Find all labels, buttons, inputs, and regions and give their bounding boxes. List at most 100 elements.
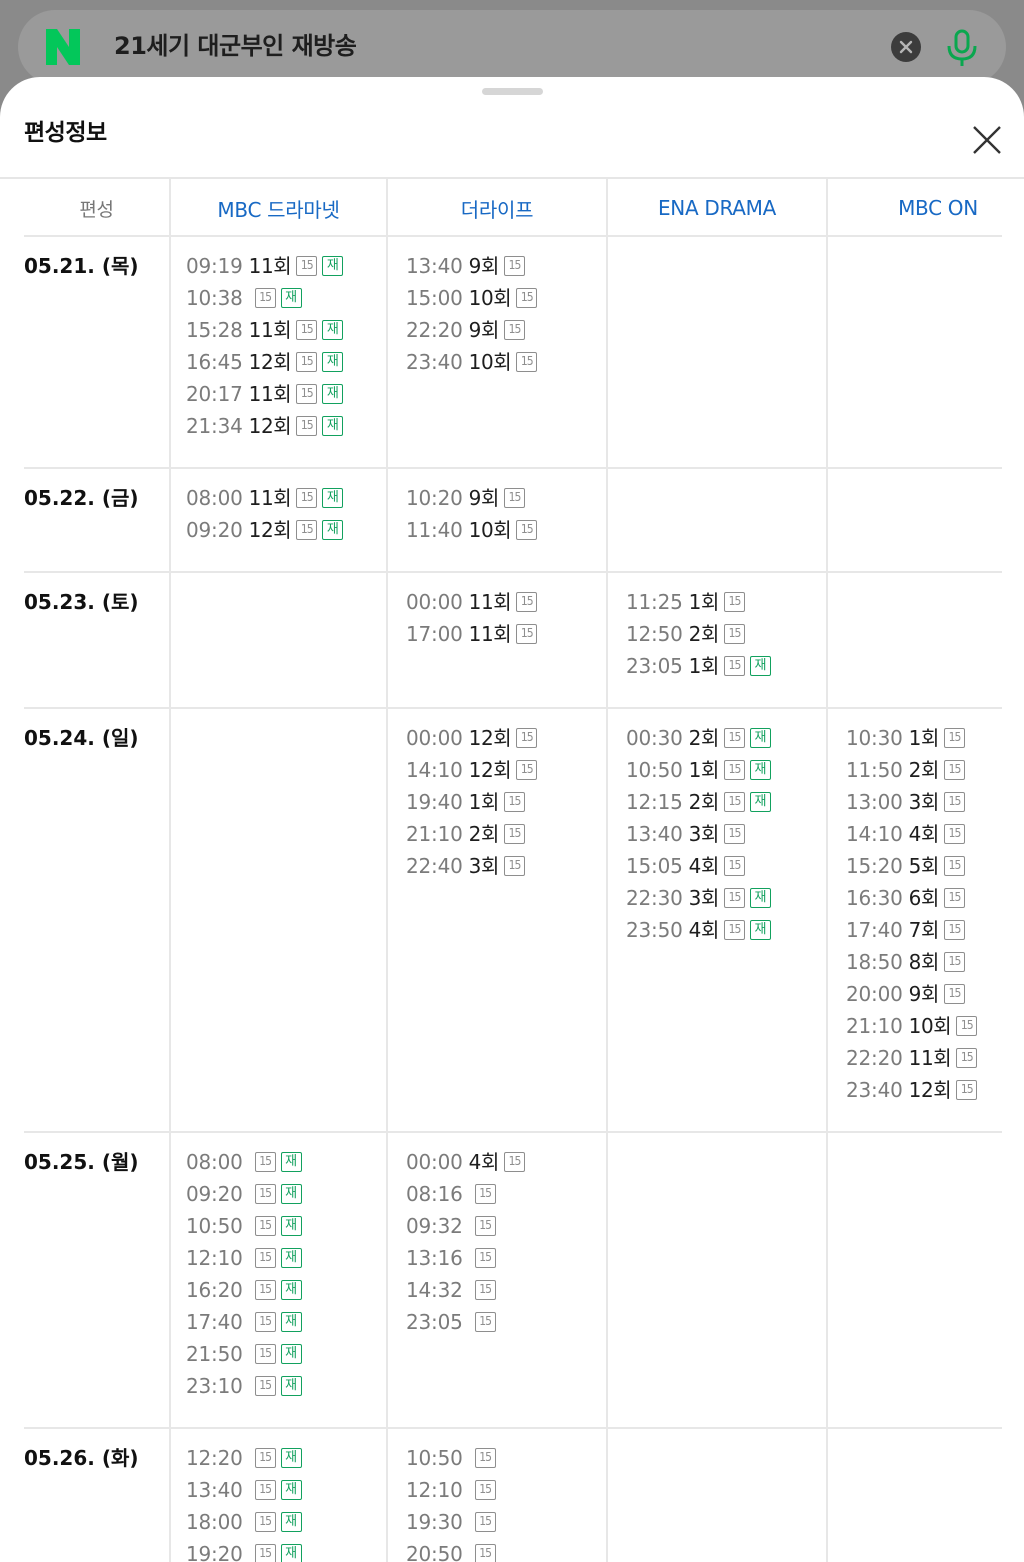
schedule-entry[interactable]: 18:00 15 재 [186,1509,302,1541]
schedule-entry[interactable]: 00:00 12회 15 [406,725,538,757]
episode-number: 4회 [688,854,720,878]
schedule-entry[interactable]: 21:10 2회 15 [406,821,537,853]
age-rating-badge: 15 [254,288,276,308]
schedule-entry[interactable]: 10:20 9회 15 [406,485,537,517]
search-bar[interactable]: 21세기 대군부인 재방송 [18,10,1006,84]
schedule-entry[interactable]: 15:20 5회 15 [846,853,977,885]
channel-header[interactable]: MBC 드라마넷 [171,179,386,237]
air-time: 11:40 [406,518,463,542]
episode-number: 12회 [908,1078,952,1102]
schedule-entry[interactable]: 22:20 11회 15 [846,1045,978,1077]
schedule-entry[interactable]: 12:50 2회 15 [626,621,771,653]
clear-search-button[interactable] [891,32,921,62]
rerun-badge: 재 [280,1480,302,1500]
rerun-badge: 재 [280,288,302,308]
episode-number: 1회 [688,758,720,782]
schedule-entry[interactable]: 16:20 15 재 [186,1277,302,1309]
air-time: 22:20 [406,318,463,342]
schedule-entry[interactable]: 18:50 8회 15 [846,949,977,981]
schedule-entry[interactable]: 10:50 15 [406,1445,496,1477]
schedule-entry[interactable]: 20:00 9회 15 [846,981,977,1013]
schedule-entry[interactable]: 00:30 2회 15 재 [626,725,771,757]
schedule-entry[interactable]: 13:16 15 [406,1245,525,1277]
schedule-entry[interactable]: 11:40 10회 15 [406,517,538,549]
schedule-entry[interactable]: 10:50 15 재 [186,1213,302,1245]
schedule-entry[interactable]: 19:20 15 재 [186,1541,302,1562]
schedule-entry[interactable]: 22:20 9회 15 [406,317,537,349]
rerun-badge: 재 [749,656,771,676]
schedule-entry[interactable]: 23:05 15 [406,1309,525,1341]
age-rating-badge: 15 [254,1512,276,1532]
episode-number: 1회 [908,726,940,750]
schedule-entry[interactable]: 22:40 3회 15 [406,853,537,885]
drag-handle[interactable] [482,88,543,95]
schedule-entry[interactable]: 14:10 4회 15 [846,821,977,853]
schedule-entry[interactable]: 19:40 1회 15 [406,789,537,821]
schedule-entry[interactable]: 12:20 15 재 [186,1445,302,1477]
schedule-entry[interactable]: 23:50 4회 15 재 [626,917,771,949]
schedule-entry[interactable]: 15:28 11회 15 재 [186,317,344,349]
naver-n-icon [46,29,80,65]
schedule-entry[interactable]: 10:30 1회 15 [846,725,977,757]
channel-header[interactable]: ENA DRAMA [608,179,826,237]
air-time: 13:16 [406,1246,463,1270]
schedule-entry[interactable]: 14:10 12회 15 [406,757,538,789]
schedule-entry[interactable]: 12:10 15 [406,1477,496,1509]
schedule-entry[interactable]: 00:00 4회 15 [406,1149,525,1181]
schedule-entry[interactable]: 09:20 15 재 [186,1181,302,1213]
schedule-entry[interactable]: 17:40 15 재 [186,1309,302,1341]
schedule-entry[interactable]: 11:50 2회 15 [846,757,977,789]
close-circle-icon [899,40,913,54]
search-query[interactable]: 21세기 대군부인 재방송 [114,28,357,64]
schedule-entry[interactable]: 23:40 10회 15 [406,349,538,381]
schedule-entry[interactable]: 12:15 2회 15 재 [626,789,771,821]
schedule-entry[interactable]: 09:32 15 [406,1213,525,1245]
schedule-entry[interactable]: 19:30 15 [406,1509,496,1541]
schedule-entry[interactable]: 13:40 15 재 [186,1477,302,1509]
schedule-entry[interactable]: 22:30 3회 15 재 [626,885,771,917]
schedule-entry[interactable]: 15:00 10회 15 [406,285,538,317]
schedule-entry[interactable]: 12:10 15 재 [186,1245,302,1277]
schedule-entry[interactable]: 09:19 11회 15 재 [186,253,344,285]
episode-number: 10회 [908,1014,952,1038]
schedule-entry[interactable]: 20:50 15 [406,1541,496,1562]
schedule-entry[interactable]: 20:17 11회 15 재 [186,381,344,413]
schedule-entry[interactable]: 14:32 15 [406,1277,525,1309]
schedule-entry[interactable]: 17:00 11회 15 [406,621,538,653]
schedule-cell: 08:00 15 재 09:20 15 재 10:50 15 재 12:10 15 재 16:20 15 재… [186,1149,302,1405]
microphone-icon[interactable] [944,28,980,68]
close-icon[interactable] [968,121,1006,159]
schedule-entry[interactable]: 23:40 12회 15 [846,1077,978,1109]
schedule-entry[interactable]: 10:50 1회 15 재 [626,757,771,789]
episode-number: 10회 [468,286,512,310]
schedule-entry[interactable]: 09:20 12회 15 재 [186,517,344,549]
schedule-entry[interactable]: 16:30 6회 15 [846,885,977,917]
schedule-entry[interactable]: 21:50 15 재 [186,1341,302,1373]
schedule-entry[interactable]: 00:00 11회 15 [406,589,538,621]
episode-number: 1회 [688,590,720,614]
schedule-entry[interactable]: 23:10 15 재 [186,1373,302,1405]
schedule-entry[interactable]: 08:00 11회 15 재 [186,485,344,517]
rerun-badge: 재 [280,1512,302,1532]
schedule-entry[interactable]: 13:40 3회 15 [626,821,771,853]
schedule-cell: 00:00 11회 15 17:00 11회 15 [406,589,538,653]
schedule-entry[interactable]: 17:40 7회 15 [846,917,977,949]
schedule-entry[interactable]: 08:00 15 재 [186,1149,302,1181]
schedule-entry[interactable]: 21:10 10회 15 [846,1013,978,1045]
schedule-entry[interactable]: 11:25 1회 15 [626,589,771,621]
schedule-entry[interactable]: 13:40 9회 15 [406,253,537,285]
episode-number: 6회 [908,886,940,910]
schedule-cell: 13:40 9회 15 15:00 10회 15 22:20 9회 15 23:40 10회 15 [406,253,538,381]
schedule-entry[interactable]: 16:45 12회 15 재 [186,349,344,381]
schedule-entry[interactable]: 13:00 3회 15 [846,789,977,821]
schedule-entry[interactable]: 15:05 4회 15 [626,853,771,885]
channel-header[interactable]: 더라이프 [388,179,606,237]
schedule-entry[interactable]: 23:05 1회 15 재 [626,653,771,685]
schedule-entry[interactable]: 21:34 12회 15 재 [186,413,344,445]
rerun-badge: 재 [280,1376,302,1396]
air-time: 21:10 [846,1014,903,1038]
channel-header[interactable]: MBC ON [828,179,1024,237]
schedule-entry[interactable]: 10:38 15 재 [186,285,343,317]
schedule-entry[interactable]: 08:16 15 [406,1181,525,1213]
corner-header: 편성 [79,198,114,221]
